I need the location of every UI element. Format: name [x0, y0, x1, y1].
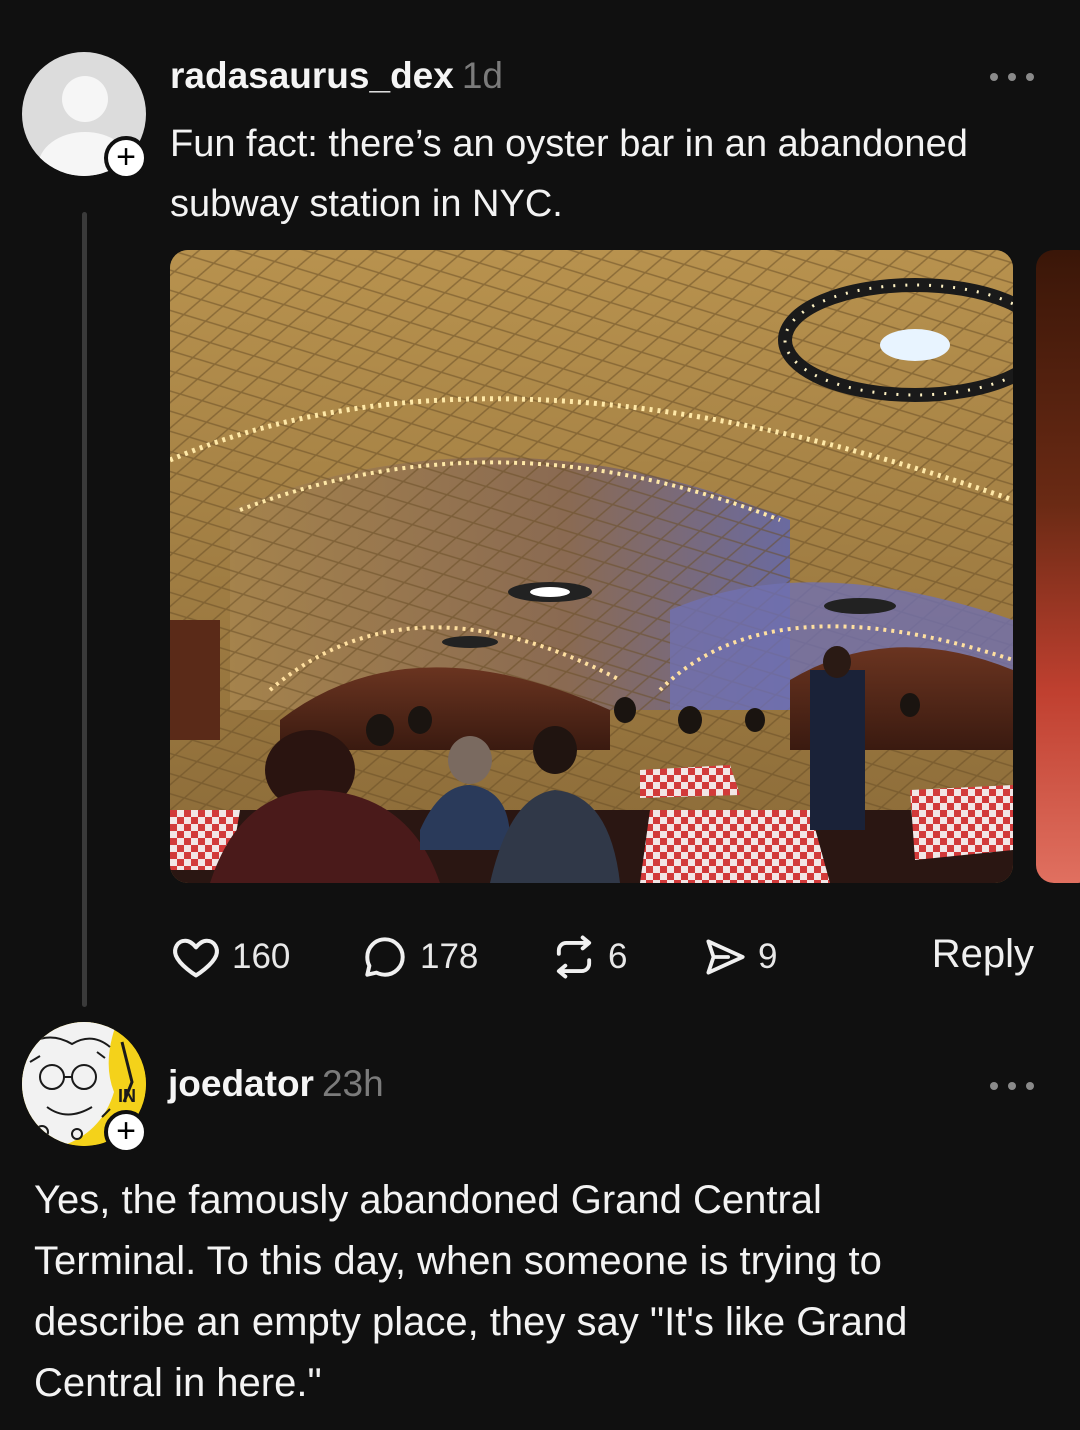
post-text-line: Fun fact: there’s an oyster bar in an ab… — [170, 123, 968, 165]
comment-text-line: describe an empty place, they say "It's … — [34, 1300, 908, 1344]
repost-button[interactable]: 6 — [548, 930, 627, 984]
comment-text-line: Central in here." — [34, 1361, 322, 1405]
oyster-bar-photo — [170, 250, 1013, 883]
comment-time: 23h — [321, 1063, 384, 1104]
post-text: Fun fact: there’s an oyster bar in an ab… — [170, 114, 968, 234]
comment-button[interactable]: 178 — [360, 930, 478, 984]
comment-icon — [365, 937, 405, 977]
post-header: radasaurus_dex 1d — [170, 55, 503, 101]
repost-icon — [556, 935, 592, 979]
post-photo-next[interactable] — [1036, 250, 1080, 883]
post-actions: 160 178 6 9 Reply — [170, 930, 1040, 984]
repost-count: 6 — [608, 937, 628, 976]
post-text-line: subway station in NYC. — [170, 183, 563, 225]
like-button[interactable]: 160 — [170, 930, 290, 984]
comment-text: Yes, the famously abandoned Grand Centra… — [34, 1170, 1044, 1414]
avatar-badge-text: IN — [118, 1086, 136, 1106]
follow-plus-icon[interactable]: + — [104, 1110, 148, 1154]
like-count: 160 — [232, 937, 291, 976]
follow-plus-icon[interactable]: + — [104, 136, 148, 180]
more-options-icon[interactable] — [990, 70, 1036, 82]
send-icon — [706, 939, 745, 975]
post-time: 1d — [461, 55, 503, 96]
comment-more-options-icon[interactable] — [990, 1079, 1036, 1091]
comment-text-line: Terminal. To this day, when someone is t… — [34, 1239, 882, 1283]
comment-header: joedator 23h — [168, 1063, 384, 1109]
heart-icon — [173, 938, 219, 978]
post-photo[interactable] — [170, 250, 1013, 883]
comment-username[interactable]: joedator — [168, 1063, 314, 1104]
username[interactable]: radasaurus_dex — [170, 55, 454, 96]
share-count: 9 — [758, 937, 778, 976]
comment-count: 178 — [420, 937, 479, 976]
share-button[interactable]: 9 — [700, 930, 777, 984]
comment-text-line: Yes, the famously abandoned Grand Centra… — [34, 1178, 822, 1222]
reply-button[interactable]: Reply — [932, 932, 1034, 977]
thread-line — [82, 212, 87, 1007]
